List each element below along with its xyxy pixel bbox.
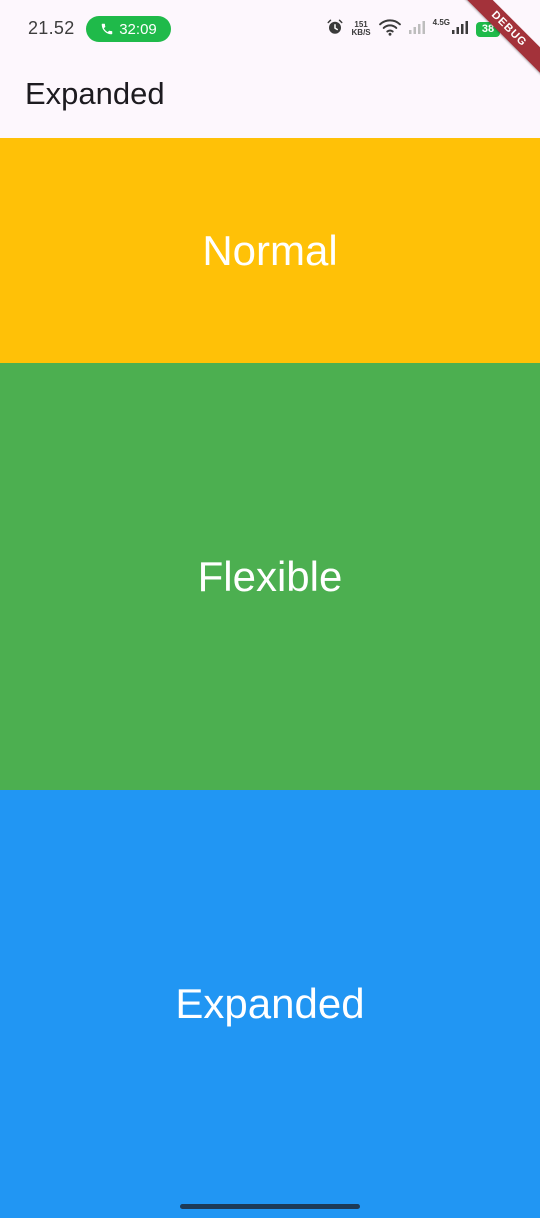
ongoing-call-pill[interactable]: 32:09 — [86, 16, 171, 42]
screen: 21.52 32:09 151 KB/S 4.5G 38 Expanded No… — [0, 0, 540, 1218]
normal-block: Normal — [0, 138, 540, 363]
status-bar: 21.52 32:09 151 KB/S 4.5G 38 — [0, 0, 540, 58]
call-duration: 32:09 — [119, 20, 157, 38]
home-indicator[interactable] — [180, 1204, 360, 1209]
expanded-block: Expanded — [0, 790, 540, 1218]
status-time: 21.52 — [28, 18, 75, 38]
signal-icon — [452, 20, 468, 39]
app-bar: Expanded — [0, 58, 540, 138]
speed-unit: KB/S — [351, 28, 371, 37]
flexible-block: Flexible — [0, 363, 540, 790]
phone-icon — [100, 22, 114, 36]
signal-icon-empty — [408, 20, 425, 39]
expanded-block-label: Expanded — [175, 980, 365, 1027]
normal-block-label: Normal — [202, 226, 338, 274]
network-type: 4.5G — [432, 17, 450, 27]
alarm-icon — [326, 18, 344, 41]
page-title: Expanded — [25, 76, 165, 111]
status-icons: 151 KB/S 4.5G 38 — [326, 17, 500, 41]
wifi-icon — [378, 18, 401, 41]
network-speed: 151 KB/S — [352, 21, 371, 37]
flexible-block-label: Flexible — [197, 552, 343, 600]
